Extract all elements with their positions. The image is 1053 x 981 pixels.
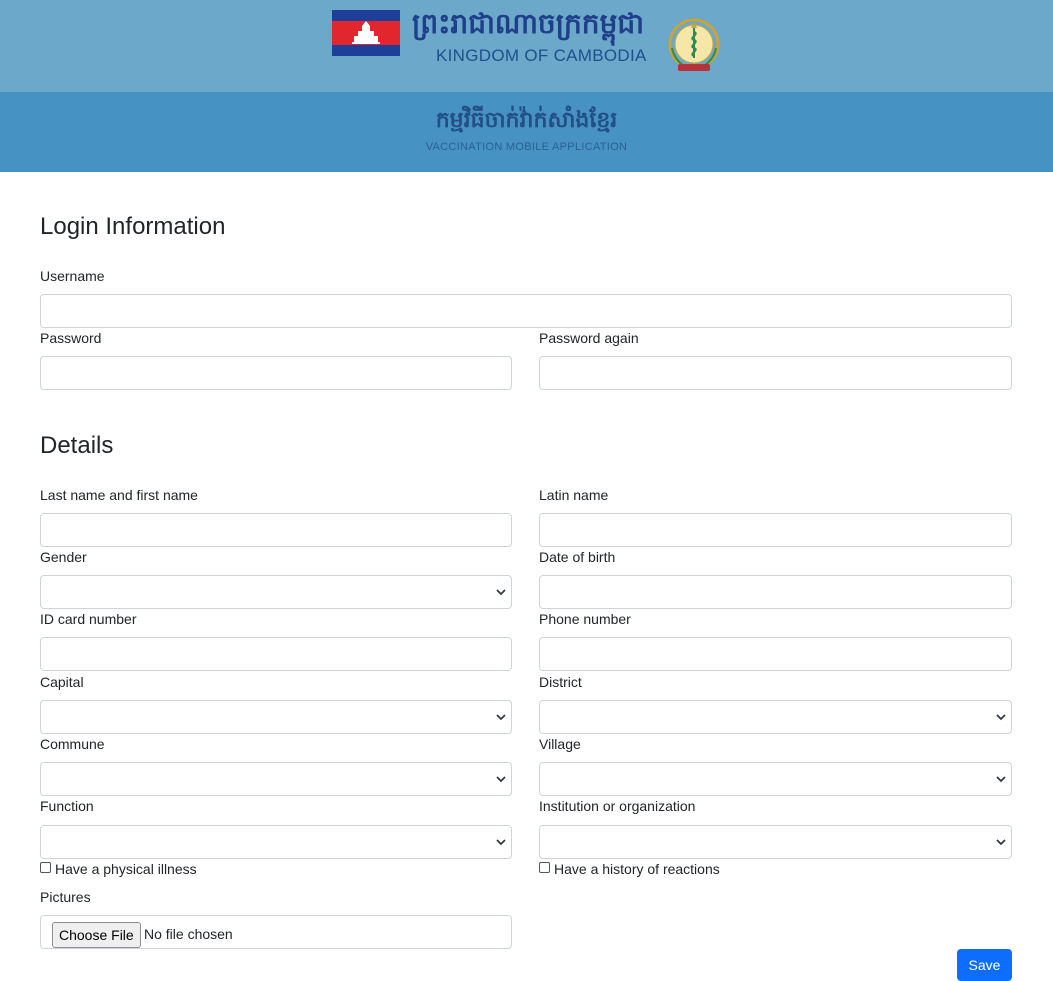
gender-label: Gender (40, 549, 87, 565)
kingdom-subtitle: KINGDOM OF CAMBODIA (436, 46, 647, 65)
physical-illness-label: Have a physical illness (55, 861, 197, 877)
chevron-down-icon (996, 776, 1006, 783)
dob-label: Date of birth (539, 549, 616, 565)
district-label: District (539, 674, 582, 690)
gender-select[interactable] (40, 575, 512, 609)
capital-label: Capital (40, 674, 84, 690)
village-label: Village (539, 736, 581, 752)
chevron-down-icon (996, 714, 1006, 721)
chevron-down-icon (496, 776, 506, 783)
dob-input[interactable] (539, 575, 1012, 609)
choose-file-button[interactable]: Choose File (52, 922, 141, 948)
login-section-title: Login Information (40, 213, 226, 240)
id-card-label: ID card number (40, 611, 137, 627)
commune-label: Commune (40, 736, 105, 752)
details-section-title: Details (40, 432, 114, 459)
no-file-chosen-text: No file chosen (144, 926, 233, 942)
latin-name-input[interactable] (539, 513, 1012, 547)
password-again-input[interactable] (539, 356, 1012, 390)
password-again-label: Password again (539, 330, 639, 346)
physical-illness-checkbox[interactable] (40, 862, 51, 873)
chevron-down-icon (496, 714, 506, 721)
reactions-history-checkbox[interactable] (539, 862, 550, 873)
password-input[interactable] (40, 356, 512, 390)
username-label: Username (40, 268, 105, 284)
function-select[interactable] (40, 825, 512, 859)
commune-select[interactable] (40, 762, 512, 796)
id-card-input[interactable] (40, 637, 512, 671)
phone-input[interactable] (539, 637, 1012, 671)
reactions-history-label: Have a history of reactions (554, 861, 720, 877)
function-label: Function (40, 798, 94, 814)
app-khmer-title: កម្មវិធីចាក់វ៉ាក់សាំងខ្មែរ (435, 108, 618, 133)
phone-label: Phone number (539, 611, 631, 627)
village-select[interactable] (539, 762, 1012, 796)
pictures-label: Pictures (40, 889, 91, 905)
chevron-down-icon (496, 589, 506, 596)
district-select[interactable] (539, 700, 1012, 734)
last-first-name-input[interactable] (40, 513, 512, 547)
capital-select[interactable] (40, 700, 512, 734)
latin-name-label: Latin name (539, 487, 609, 503)
institution-select[interactable] (539, 825, 1012, 859)
cambodia-flag-icon (332, 10, 400, 56)
chevron-down-icon (496, 839, 506, 846)
ministry-health-emblem-icon (668, 18, 720, 72)
password-label: Password (40, 330, 102, 346)
institution-label: Institution or organization (539, 798, 696, 814)
last-first-name-label: Last name and first name (40, 487, 198, 503)
save-button[interactable]: Save (957, 949, 1012, 981)
kingdom-khmer-title: ព្រះរាជាណាចក្រកម្ពុជា (412, 7, 645, 40)
username-input[interactable] (40, 294, 1012, 328)
chevron-down-icon (996, 839, 1006, 846)
app-subtitle: VACCINATION MOBILE APPLICATION (425, 141, 628, 153)
pictures-file-input[interactable]: Choose File No file chosen (40, 915, 512, 949)
